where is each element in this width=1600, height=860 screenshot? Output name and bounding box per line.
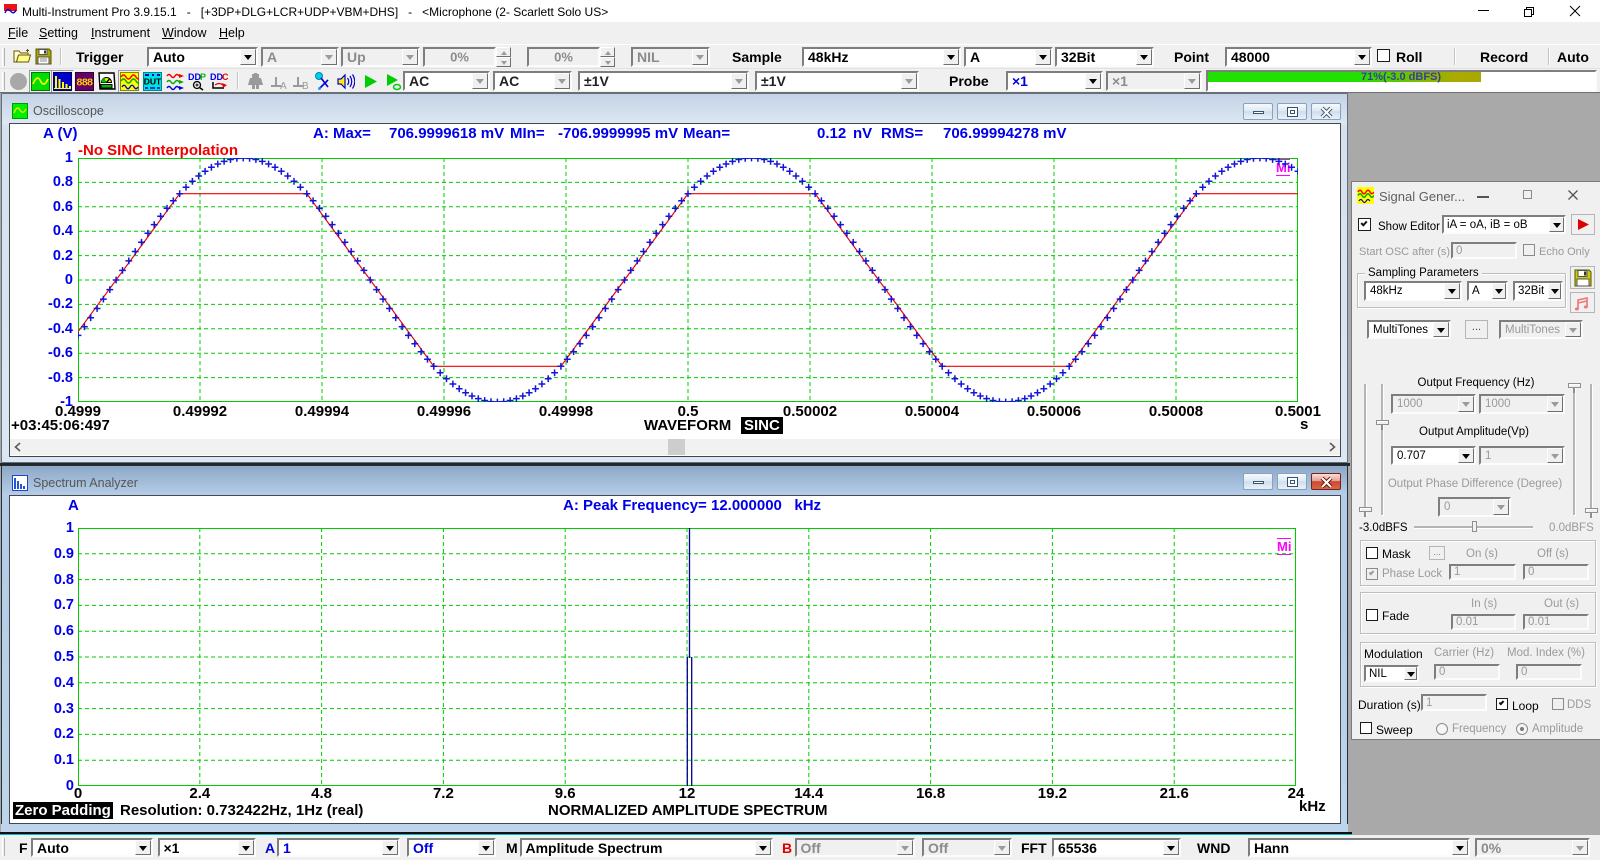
svg-text:888: 888 <box>76 77 93 89</box>
svg-text:B: B <box>302 81 309 91</box>
svg-text:DUT: DUT <box>144 77 162 87</box>
svg-text:P: P <box>200 72 206 82</box>
svg-text:C: C <box>222 72 229 82</box>
svg-text:A: A <box>280 81 287 91</box>
